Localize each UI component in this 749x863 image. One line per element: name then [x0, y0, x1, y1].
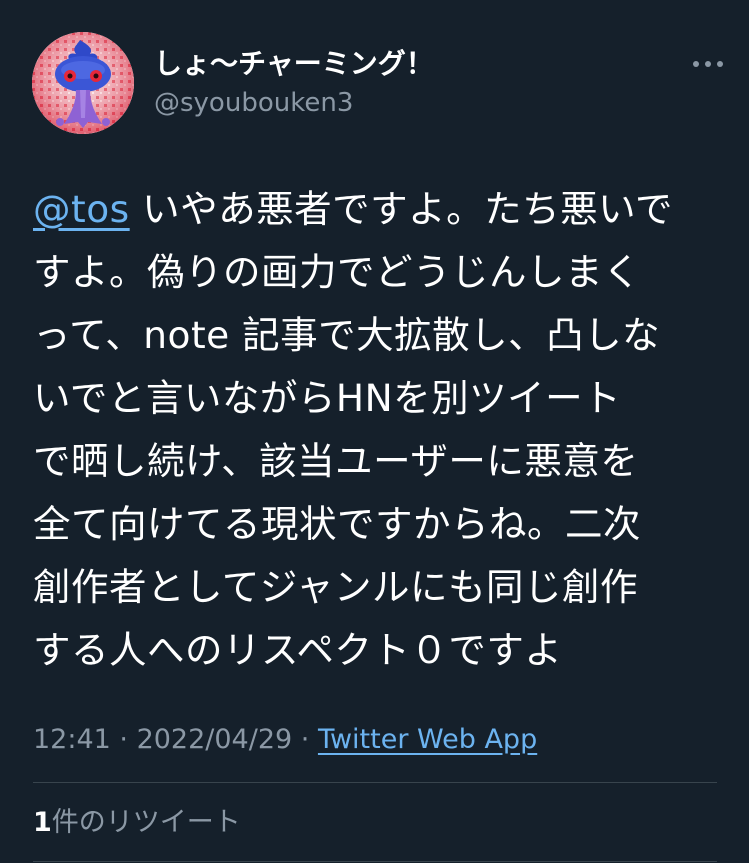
tweet-meta: 12:41 · 2022/04/29 · Twitter Web App — [33, 722, 537, 758]
tweet-text-line: する人へのリスペクト０ですよ — [33, 628, 563, 672]
retweets-link[interactable]: 1件のリツイート — [33, 805, 241, 841]
tweet-text-line: @tos いやあ悪者ですよ。たち悪いで — [33, 178, 723, 241]
tweet-text-line: で晒し続け、該当ユーザーに悪意を — [33, 439, 639, 483]
tweet-text-line: って、note 記事で大拡散し、凸しな — [33, 313, 661, 357]
divider — [33, 782, 717, 783]
retweet-label: 件のリツイート — [51, 807, 241, 838]
tweet-time[interactable]: 12:41 — [33, 724, 111, 755]
more-options-button[interactable] — [680, 44, 736, 84]
author-names: しょ〜チャーミング！ @syoubouken3 — [154, 46, 434, 120]
tweet-date[interactable]: 2022/04/29 — [137, 724, 293, 755]
author-display-name[interactable]: しょ〜チャーミング！ — [154, 46, 434, 82]
tweet-text-line: いでと言いながらHNを別ツイート — [33, 376, 622, 420]
tweet-text-line-content: いやあ悪者ですよ。たち悪いで — [129, 187, 673, 231]
meta-separator: · — [292, 724, 318, 755]
tweet-header: しょ〜チャーミング！ @syoubouken3 — [32, 32, 723, 136]
divider — [33, 861, 717, 862]
tweet-text: @tos いやあ悪者ですよ。たち悪いで すよ。偽りの画力でどうじんしまく って、… — [33, 178, 723, 682]
more-horizontal-icon — [693, 61, 723, 67]
avatar[interactable] — [32, 32, 134, 134]
meta-separator: · — [110, 724, 137, 755]
mention-link[interactable]: @tos — [33, 187, 130, 231]
tweet-detail: しょ〜チャーミング！ @syoubouken3 @tos いやあ悪者ですよ。たち… — [0, 0, 749, 863]
purple-creature-avatar-icon — [32, 32, 134, 134]
retweet-count: 1 — [33, 807, 52, 838]
tweet-text-line: すよ。偽りの画力でどうじんしまく — [33, 250, 641, 294]
tweet-source-link[interactable]: Twitter Web App — [318, 724, 537, 755]
tweet-text-line: 創作者としてジャンルにも同じ創作 — [33, 565, 638, 609]
author-handle[interactable]: @syoubouken3 — [154, 86, 434, 120]
tweet-text-line: 全て向けてる現状ですからね。二次 — [33, 502, 641, 546]
